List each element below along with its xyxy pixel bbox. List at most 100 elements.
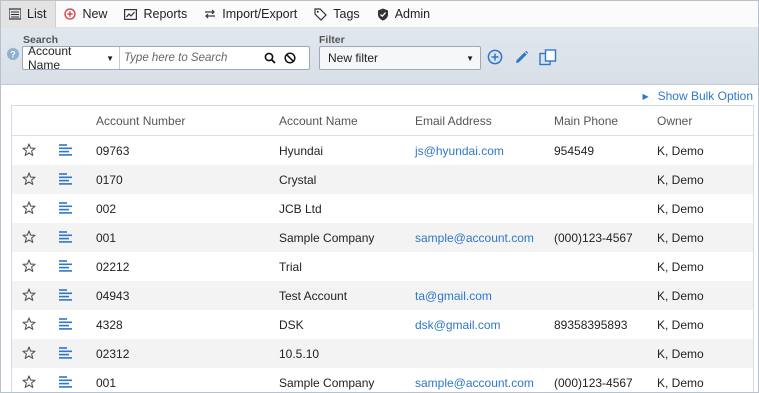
account-number-cell: 02312 <box>96 347 130 361</box>
account-name-cell: Crystal <box>279 173 317 187</box>
account-number-cell: 001 <box>96 376 117 390</box>
show-bulk-option-label: Show Bulk Option <box>657 89 753 103</box>
table-row[interactable]: 001 Sample Company sample@account.com (000)… <box>12 223 753 252</box>
details-icon[interactable] <box>59 173 73 185</box>
account-name-cell: 10.5.10 <box>279 347 320 361</box>
toolbar-reports-label: Reports <box>143 7 188 21</box>
toolbar-reports[interactable]: Reports <box>116 1 196 28</box>
owner-cell: K, Demo <box>657 231 704 245</box>
app-frame: List New Reports Import/Export Tags Admi… <box>0 0 759 393</box>
star-icon[interactable] <box>22 172 36 186</box>
toolbar-new[interactable]: New <box>56 1 116 28</box>
search-field-value: Account Name <box>28 44 72 72</box>
star-icon[interactable] <box>22 259 36 273</box>
column-header-main-phone[interactable]: Main Phone <box>554 114 618 128</box>
accounts-table: Account Number Account Name Email Addres… <box>11 105 754 392</box>
filter-select[interactable]: New filter ▼ <box>319 46 481 70</box>
account-name-cell: Sample Company <box>279 231 375 245</box>
edit-filter-button[interactable] <box>511 47 531 67</box>
account-name-cell: Trial <box>279 260 302 274</box>
account-number-cell: 001 <box>96 231 117 245</box>
email-address-cell[interactable]: js@hyundai.com <box>415 144 504 158</box>
main-phone-cell: 89358395893 <box>554 318 628 332</box>
account-name-cell: Hyundai <box>279 144 324 158</box>
column-header-owner[interactable]: Owner <box>657 114 692 128</box>
filter-label: Filter <box>319 34 345 46</box>
help-icon[interactable]: ? <box>7 48 19 60</box>
details-icon[interactable] <box>59 260 73 272</box>
main-phone-cell: (000)123-4567 <box>554 231 633 245</box>
star-icon[interactable] <box>22 201 36 215</box>
pencil-icon <box>515 50 528 63</box>
chevron-down-icon: ▼ <box>466 53 474 63</box>
search-field-select[interactable]: Account Name ▼ <box>23 44 120 72</box>
column-header-account-number[interactable]: Account Number <box>96 114 185 128</box>
email-address-cell[interactable]: ta@gmail.com <box>415 289 492 303</box>
search-input[interactable] <box>120 48 260 68</box>
column-header-email-address[interactable]: Email Address <box>415 114 492 128</box>
toolbar-admin[interactable]: Admin <box>369 1 439 28</box>
table-row[interactable]: 4328 DSK dsk@gmail.com 89358395893 K, Demo <box>12 310 753 339</box>
copy-icon <box>539 48 557 65</box>
email-address-cell[interactable]: sample@account.com <box>415 376 534 390</box>
table-row[interactable]: 001 Sample Company sample@account.com (000)… <box>12 368 753 392</box>
table-header: Account Number Account Name Email Addres… <box>12 106 753 136</box>
tag-icon <box>314 7 328 21</box>
toolbar-admin-label: Admin <box>394 7 431 21</box>
email-address-cell[interactable]: dsk@gmail.com <box>415 318 501 332</box>
owner-cell: K, Demo <box>657 347 704 361</box>
star-icon[interactable] <box>22 317 36 331</box>
owner-cell: K, Demo <box>657 173 704 187</box>
account-number-cell: 4328 <box>96 318 123 332</box>
table-row[interactable]: 002 JCB Ltd K, Demo <box>12 194 753 223</box>
owner-cell: K, Demo <box>657 260 704 274</box>
table-row[interactable]: 02312 10.5.10 K, Demo <box>12 339 753 368</box>
star-icon[interactable] <box>22 143 36 157</box>
svg-text:?: ? <box>10 49 16 59</box>
account-name-cell: DSK <box>279 318 304 332</box>
toolbar-import-export[interactable]: Import/Export <box>196 1 306 28</box>
add-circle-icon <box>64 8 77 20</box>
toolbar-tags[interactable]: Tags <box>306 1 368 28</box>
table-row[interactable]: 04943 Test Account ta@gmail.com K, Demo <box>12 281 753 310</box>
clear-search-button[interactable] <box>280 48 300 68</box>
toolbar-import-export-label: Import/Export <box>222 7 298 21</box>
details-icon[interactable] <box>59 144 73 156</box>
details-icon[interactable] <box>59 347 73 359</box>
column-header-account-name[interactable]: Account Name <box>279 114 358 128</box>
owner-cell: K, Demo <box>657 144 704 158</box>
owner-cell: K, Demo <box>657 376 704 390</box>
owner-cell: K, Demo <box>657 289 704 303</box>
details-icon[interactable] <box>59 376 73 388</box>
show-bulk-option-link[interactable]: ▶ Show Bulk Option <box>642 89 753 103</box>
main-phone-cell: 954549 <box>554 144 595 158</box>
copy-filter-button[interactable] <box>538 47 558 67</box>
star-icon[interactable] <box>22 346 36 360</box>
toolbar-list[interactable]: List <box>1 1 57 28</box>
toolbar-tags-label: Tags <box>333 7 360 21</box>
caret-right-icon: ▶ <box>642 91 649 101</box>
table-row[interactable]: 09763 Hyundai js@hyundai.com 954549 K, Demo <box>12 136 753 165</box>
star-icon[interactable] <box>22 375 36 389</box>
star-icon[interactable] <box>22 230 36 244</box>
email-address-cell[interactable]: sample@account.com <box>415 231 534 245</box>
account-number-cell: 0170 <box>96 173 123 187</box>
search-box: Account Name ▼ <box>22 44 310 72</box>
account-number-cell: 04943 <box>96 289 130 303</box>
add-filter-button[interactable] <box>485 47 505 67</box>
table-row[interactable]: 0170 Crystal K, Demo <box>12 165 753 194</box>
top-toolbar: List New Reports Import/Export Tags Admi… <box>1 1 758 28</box>
add-circle-icon <box>487 49 503 65</box>
table-row[interactable]: 02212 Trial K, Demo <box>12 252 753 281</box>
search-button[interactable] <box>260 48 280 68</box>
search-icon <box>264 52 276 64</box>
details-icon[interactable] <box>59 202 73 214</box>
details-icon[interactable] <box>59 231 73 243</box>
account-number-cell: 02212 <box>96 260 130 274</box>
details-icon[interactable] <box>59 318 73 330</box>
account-number-cell: 002 <box>96 202 117 216</box>
account-number-cell: 09763 <box>96 144 130 158</box>
star-icon[interactable] <box>22 288 36 302</box>
clear-icon <box>284 52 296 64</box>
details-icon[interactable] <box>59 289 73 301</box>
